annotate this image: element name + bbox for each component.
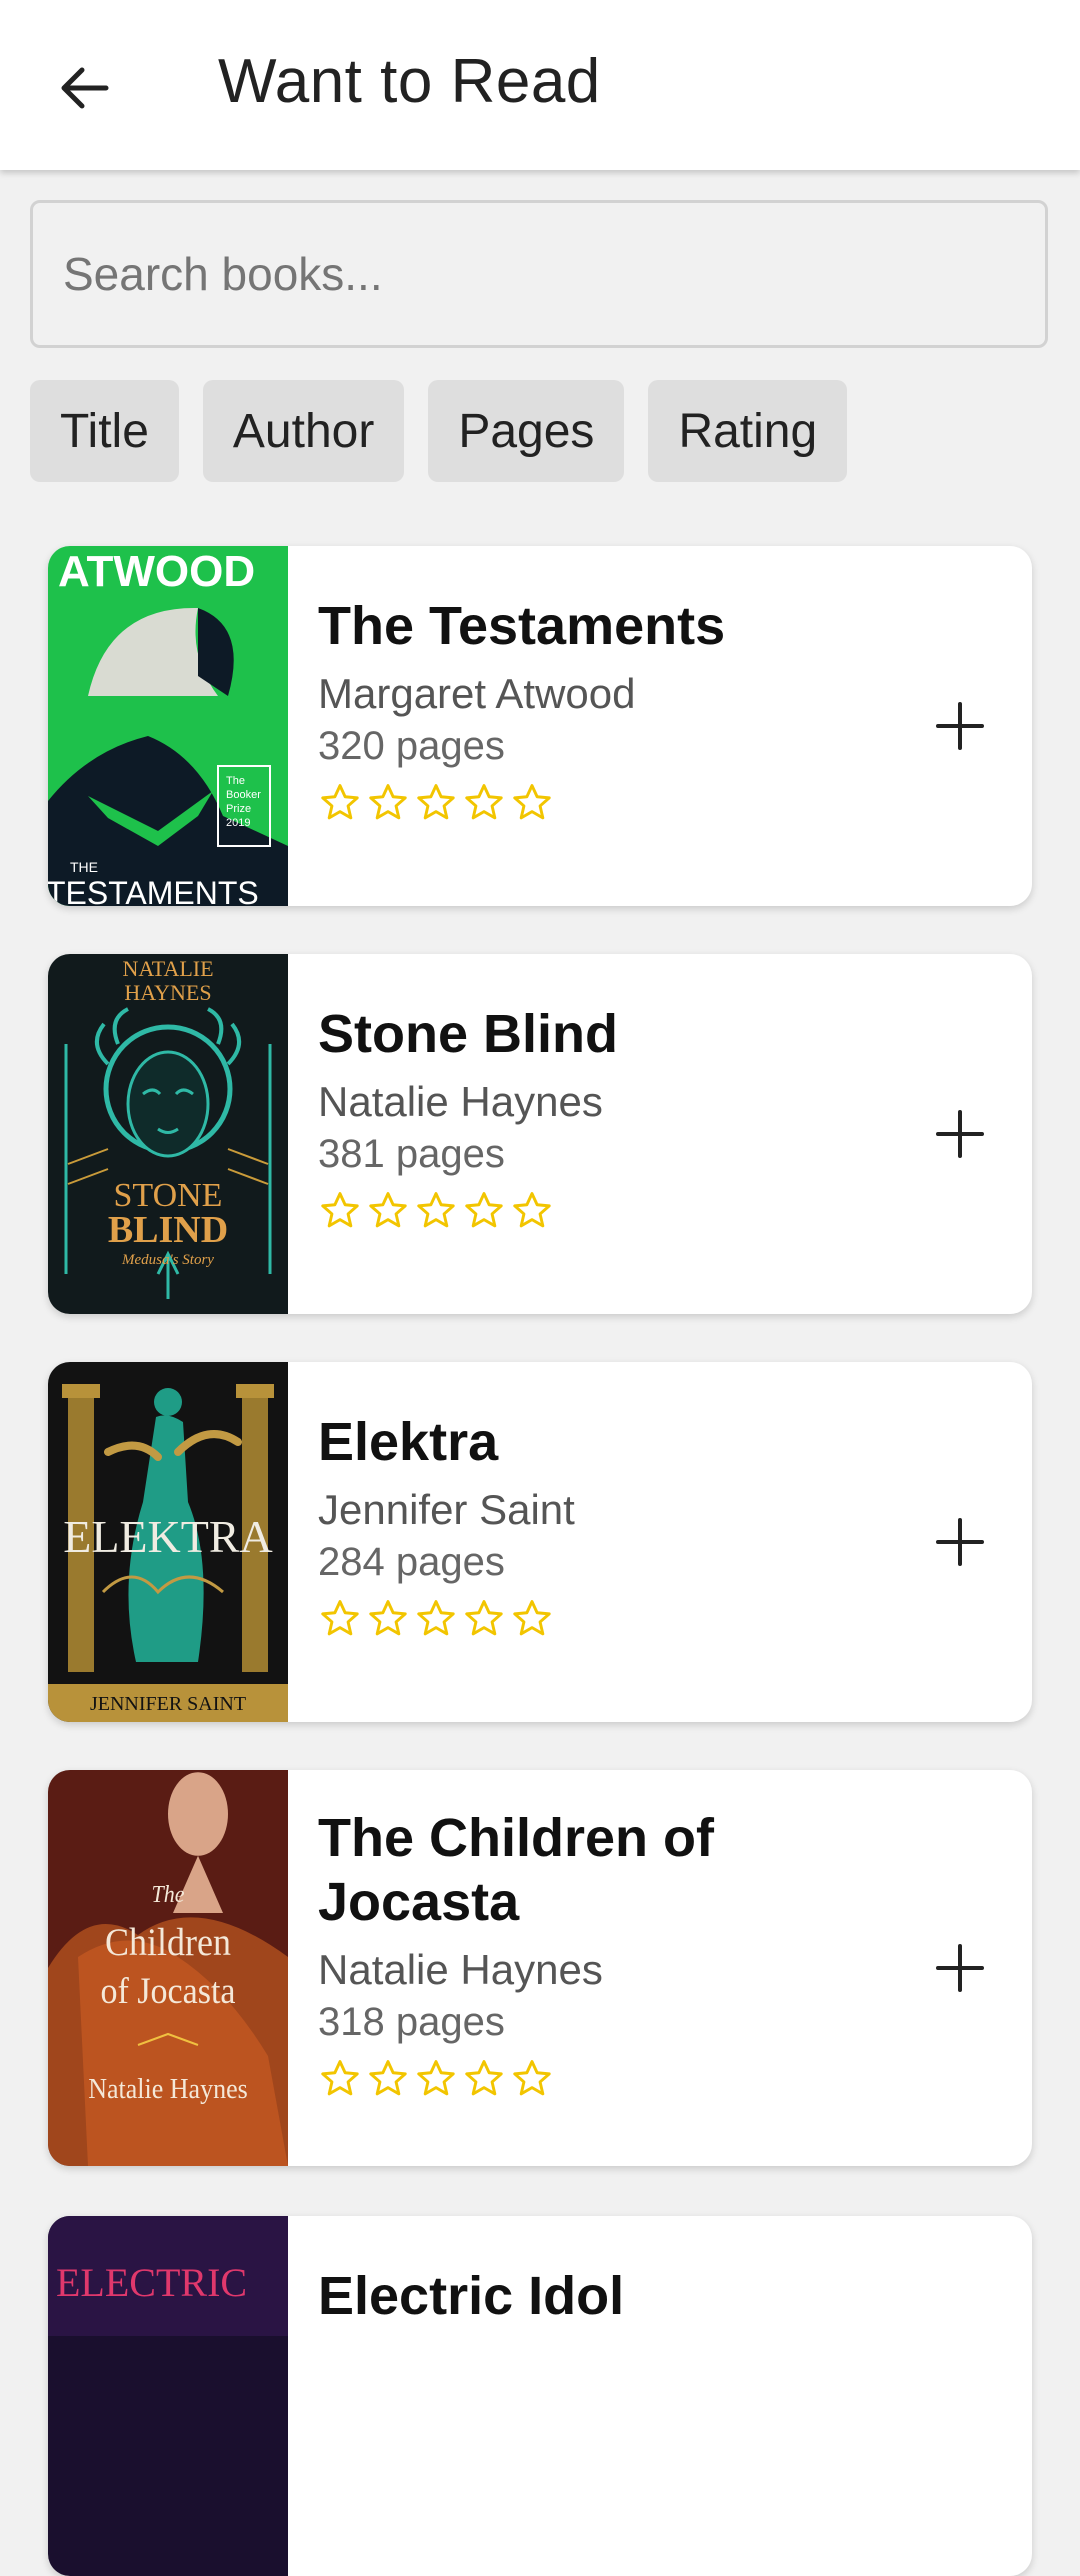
cover-text: THE [70, 859, 98, 875]
star-outline-icon[interactable] [414, 1189, 458, 1233]
star-rating[interactable] [318, 1597, 878, 1641]
sort-chip-author[interactable]: Author [202, 380, 405, 482]
book-pages: 318 pages [318, 2000, 505, 2044]
sort-chip-title[interactable]: Title [30, 380, 179, 482]
add-book-button[interactable] [916, 682, 1004, 770]
plus-icon [936, 702, 984, 750]
cover-text: ELEKTRA [63, 1511, 273, 1562]
star-outline-icon[interactable] [462, 1189, 506, 1233]
book-cover-image: The Children of Jocasta Natalie Haynes [48, 1770, 288, 2166]
search-input[interactable] [30, 200, 1048, 348]
book-title: The Testaments [318, 596, 726, 656]
star-outline-icon[interactable] [318, 2057, 362, 2101]
star-outline-icon[interactable] [510, 781, 554, 825]
book-info: The Testaments Margaret Atwood 320 pages [318, 594, 878, 825]
book-title: Elektra [318, 1412, 499, 1472]
book-cover-image: ELECTRIC [48, 2216, 288, 2576]
cover-text: ELECTRIC [56, 2260, 247, 2305]
back-button[interactable] [40, 44, 128, 132]
book-info: Stone Blind Natalie Haynes 381 pages [318, 1002, 878, 1233]
book-title: The Children of Jocasta [318, 1808, 714, 1932]
plus-icon [936, 1110, 984, 1158]
star-outline-icon[interactable] [510, 1189, 554, 1233]
book-title: Electric Idol [318, 2266, 625, 2326]
sort-chips: Title Author Pages Rating [30, 380, 848, 482]
star-outline-icon[interactable] [318, 1189, 362, 1233]
cover-badge-text: The [226, 775, 245, 787]
star-outline-icon[interactable] [318, 781, 362, 825]
book-author: Natalie Haynes [318, 1078, 603, 1125]
book-author: Margaret Atwood [318, 670, 636, 717]
book-pages: 381 pages [318, 1132, 505, 1176]
plus-icon [936, 1944, 984, 1992]
add-book-button[interactable] [916, 1924, 1004, 2012]
add-book-button[interactable] [916, 1090, 1004, 1178]
book-info: Elektra Jennifer Saint 284 pages [318, 1410, 878, 1641]
cover-text: The [152, 1881, 185, 1908]
book-pages: 320 pages [318, 724, 505, 768]
star-outline-icon[interactable] [366, 2057, 410, 2101]
book-cover-image: ELEKTRA JENNIFER SAINT [48, 1362, 288, 1722]
plus-icon [936, 1518, 984, 1566]
sort-chip-pages[interactable]: Pages [428, 380, 625, 482]
book-info: Electric Idol [318, 2264, 878, 2328]
cover-badge-text: Booker [226, 789, 261, 801]
star-outline-icon[interactable] [414, 781, 458, 825]
cover-badge-text: 2019 [226, 817, 250, 829]
cover-badge-text: Prize [226, 803, 251, 815]
cover-text: Children [105, 1920, 231, 1964]
book-card[interactable]: ELEKTRA JENNIFER SAINT Elektra Jennifer … [48, 1362, 1032, 1722]
star-outline-icon[interactable] [510, 1597, 554, 1641]
book-author: Natalie Haynes [318, 1946, 603, 1993]
star-rating[interactable] [318, 1189, 878, 1233]
app-bar: Want to Read [0, 0, 1080, 170]
star-outline-icon[interactable] [462, 1597, 506, 1641]
book-card[interactable]: ELECTRIC Electric Idol [48, 2216, 1032, 2576]
cover-text: Medusa's Story [121, 1252, 214, 1268]
star-outline-icon[interactable] [366, 781, 410, 825]
star-outline-icon[interactable] [462, 781, 506, 825]
star-outline-icon[interactable] [510, 2057, 554, 2101]
star-rating[interactable] [318, 2057, 878, 2101]
book-card[interactable]: NATALIE HAYNES STONE BLIND Medusa's Stor… [48, 954, 1032, 1314]
cover-text: Natalie Haynes [88, 2073, 248, 2104]
book-info: The Children of Jocasta Natalie Haynes 3… [318, 1806, 878, 2101]
cover-text: HAYNES [124, 980, 211, 1005]
cover-text: TESTAMENTS [48, 875, 259, 906]
cover-text: NATALIE [122, 956, 213, 981]
star-rating[interactable] [318, 781, 878, 825]
book-card[interactable]: The Children of Jocasta Natalie Haynes T… [48, 1770, 1032, 2166]
sort-chip-rating[interactable]: Rating [648, 380, 848, 482]
star-outline-icon[interactable] [366, 1597, 410, 1641]
cover-text: ATWOOD [58, 547, 255, 596]
arrow-left-icon [61, 67, 109, 109]
star-outline-icon[interactable] [318, 1597, 362, 1641]
star-outline-icon[interactable] [414, 1597, 458, 1641]
book-title: Stone Blind [318, 1004, 618, 1064]
book-pages: 284 pages [318, 1540, 505, 1584]
book-cover-image: ATWOOD THE TESTAMENTS The Booker Prize 2… [48, 546, 288, 906]
page-title: Want to Read [218, 47, 601, 116]
book-cover-image: NATALIE HAYNES STONE BLIND Medusa's Stor… [48, 954, 288, 1314]
star-outline-icon[interactable] [366, 1189, 410, 1233]
star-outline-icon[interactable] [462, 2057, 506, 2101]
book-card[interactable]: ATWOOD THE TESTAMENTS The Booker Prize 2… [48, 546, 1032, 906]
cover-text: BLIND [108, 1209, 228, 1251]
add-book-button[interactable] [916, 1498, 1004, 1586]
cover-text: JENNIFER SAINT [90, 1693, 246, 1715]
star-outline-icon[interactable] [414, 2057, 458, 2101]
book-author: Jennifer Saint [318, 1486, 575, 1533]
cover-text: of Jocasta [101, 1970, 236, 2012]
